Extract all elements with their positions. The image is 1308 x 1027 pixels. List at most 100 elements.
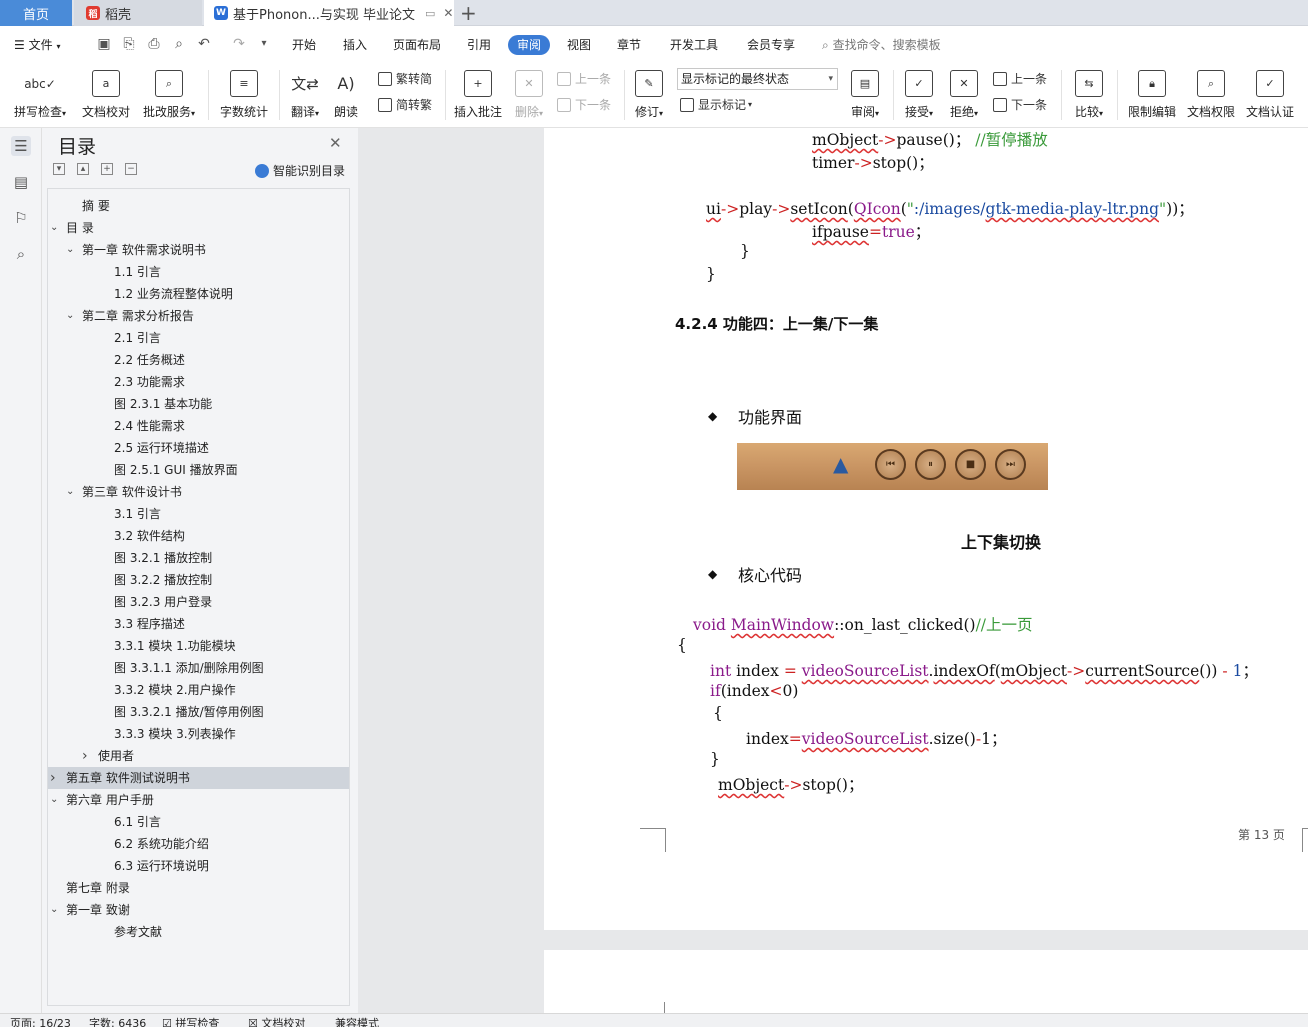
toc-item[interactable]: ⌄ 目 录 [48,217,349,239]
markup-state-select[interactable]: 显示标记的最终状态 ▾ [677,68,838,90]
toc-item[interactable]: 6.2 系统功能介绍 [48,833,349,855]
toc-item[interactable]: › 第五章 软件测试说明书 [48,767,349,789]
menu-member[interactable]: 会员专享 [747,36,795,53]
toc-item[interactable]: 图 3.2.3 用户登录 [48,591,349,613]
reject-button[interactable]: ✕ 拒绝▾ [945,66,983,120]
document-page[interactable]: mObject->pause()； //暂停播放 timer->stop()； … [544,128,1308,930]
status-spell-check[interactable]: ☑ 拼写检查 [162,1015,219,1027]
accept-button[interactable]: ✓ 接受▾ [900,66,938,120]
menu-references[interactable]: 引用 [467,36,491,53]
review-pane-button[interactable]: ▤ 审阅▾ [846,66,884,120]
menu-developer[interactable]: 开发工具 [670,36,718,53]
tab-home[interactable]: 首页 [0,0,72,26]
read-aloud-button[interactable]: A) 朗读 [330,66,362,120]
toc-item[interactable]: 摘 要 [48,195,349,217]
chevron-right-icon[interactable]: › [82,745,88,767]
toc-item[interactable]: 2.1 引言 [48,327,349,349]
compare-button[interactable]: ⇆ 比较▾ [1068,66,1110,120]
doc-certify-button[interactable]: ✓ 文档认证 [1242,66,1298,120]
chevron-down-icon[interactable]: ⌄ [66,305,74,327]
toc-item[interactable]: 2.3 功能需求 [48,371,349,393]
toc-item[interactable]: 1.1 引言 [48,261,349,283]
menu-insert[interactable]: 插入 [343,36,367,53]
tab-document[interactable]: W 基于Phonon...与实现 毕业论文 ▭ ✕ [204,0,454,26]
chevron-down-icon[interactable]: ⌄ [50,899,58,921]
bookmark-icon[interactable]: ⚐ [11,208,31,228]
print-icon[interactable]: ⎙ [145,35,163,53]
toc-item[interactable]: 2.5 运行环境描述 [48,437,349,459]
export-pdf-icon[interactable]: ⎘ [120,35,138,53]
tab-daoke[interactable]: 稻 稻壳 [74,0,202,26]
tab-close-icon[interactable]: ✕ [443,6,453,20]
toc-item[interactable]: 3.3.3 模块 3.列表操作 [48,723,349,745]
show-markup-button[interactable]: 显示标记 ▾ [680,96,752,113]
expand-up-icon[interactable]: ▴ [77,163,89,175]
file-menu[interactable]: ☰ 文件 ▾ [14,36,60,53]
toc-item[interactable]: 第七章 附录 [48,877,349,899]
remove-heading-icon[interactable]: − [125,163,137,175]
insert-comment-button[interactable]: + 插入批注 [452,66,504,120]
batch-service-button[interactable]: ⌕ 批改服务▾ [138,66,200,120]
doc-proof-button[interactable]: a 文档校对 [80,66,132,120]
translate-button[interactable]: 文⇄ 翻译▾ [286,66,324,120]
toc-item[interactable]: ⌄ 第三章 软件设计书 [48,481,349,503]
print-preview-icon[interactable]: ⌕ [170,35,188,53]
toc-item[interactable]: 图 3.3.2.1 播放/暂停用例图 [48,701,349,723]
toc-item[interactable]: 图 2.3.1 基本功能 [48,393,349,415]
command-search[interactable]: ⌕ 查找命令、搜索模板 [822,36,941,53]
toc-item[interactable]: 3.3.2 模块 2.用户操作 [48,679,349,701]
status-doc-proof[interactable]: ☒ 文档校对 [248,1015,305,1027]
spell-check-button[interactable]: abc✓ 拼写检查▾ [10,66,70,120]
toc-item[interactable]: › 使用者 [48,745,349,767]
toc-item[interactable]: 3.1 引言 [48,503,349,525]
save-icon[interactable]: ▣ [95,35,113,53]
menu-section[interactable]: 章节 [617,36,641,53]
simp-to-trad-button[interactable]: 简转繁 [378,96,432,113]
smart-toc-button[interactable]: 智能识别目录 [255,162,345,179]
customize-quick-access-icon[interactable]: ▾ [255,35,273,53]
word-count-indicator[interactable]: 字数: 6436 [89,1015,146,1027]
undo-icon[interactable]: ↶ [195,35,213,53]
prev-change-button[interactable]: 上一条 [993,70,1047,87]
toc-item[interactable]: 图 3.2.1 播放控制 [48,547,349,569]
word-count-button[interactable]: ≡ 字数统计 [217,66,271,120]
toc-item[interactable]: 2.4 性能需求 [48,415,349,437]
toc-item[interactable]: ⌄ 第一章 致谢 [48,899,349,921]
chevron-down-icon[interactable]: ⌄ [66,481,74,503]
menu-start[interactable]: 开始 [292,36,316,53]
toc-item[interactable]: 3.3.1 模块 1.功能模块 [48,635,349,657]
chapter-nav-icon[interactable]: ▤ [11,172,31,192]
search-icon[interactable]: ⌕ [11,244,31,264]
toc-item[interactable]: 6.1 引言 [48,811,349,833]
toc-item[interactable]: 1.2 业务流程整体说明 [48,283,349,305]
add-heading-icon[interactable]: + [101,163,113,175]
menu-view[interactable]: 视图 [567,36,591,53]
doc-rights-button[interactable]: ⌕ 文档权限 [1183,66,1239,120]
redo-icon[interactable]: ↷ [230,35,248,53]
toc-item[interactable]: ⌄ 第六章 用户手册 [48,789,349,811]
page-indicator[interactable]: 页面: 16/23 [10,1015,71,1027]
toc-panel-icon[interactable]: ☰ [11,136,31,156]
document-page[interactable] [544,950,1308,1013]
chevron-down-icon[interactable]: ⌄ [50,217,58,239]
collapse-all-icon[interactable]: ▾ [53,163,65,175]
chevron-down-icon[interactable]: ⌄ [50,789,58,811]
new-tab-button[interactable]: + [460,1,477,25]
menu-review[interactable]: 审阅 [508,35,550,55]
toc-item[interactable]: 6.3 运行环境说明 [48,855,349,877]
toc-item[interactable]: ⌄ 第一章 软件需求说明书 [48,239,349,261]
prev-comment-button[interactable]: 上一条 [557,70,611,87]
trad-to-simp-button[interactable]: 繁转简 [378,70,432,87]
toc-item[interactable]: 图 2.5.1 GUI 播放界面 [48,459,349,481]
toc-item[interactable]: 参考文献 [48,921,349,943]
next-change-button[interactable]: 下一条 [993,96,1047,113]
chevron-right-icon[interactable]: › [50,767,56,789]
revise-button[interactable]: ✎ 修订▾ [630,66,668,120]
toc-item[interactable]: 3.2 软件结构 [48,525,349,547]
toc-item[interactable]: 图 3.2.2 播放控制 [48,569,349,591]
toc-item[interactable]: 3.3 程序描述 [48,613,349,635]
next-comment-button[interactable]: 下一条 [557,96,611,113]
close-icon[interactable]: ✕ [329,134,342,152]
toc-item[interactable]: 图 3.3.1.1 添加/删除用例图 [48,657,349,679]
toc-item[interactable]: ⌄ 第二章 需求分析报告 [48,305,349,327]
